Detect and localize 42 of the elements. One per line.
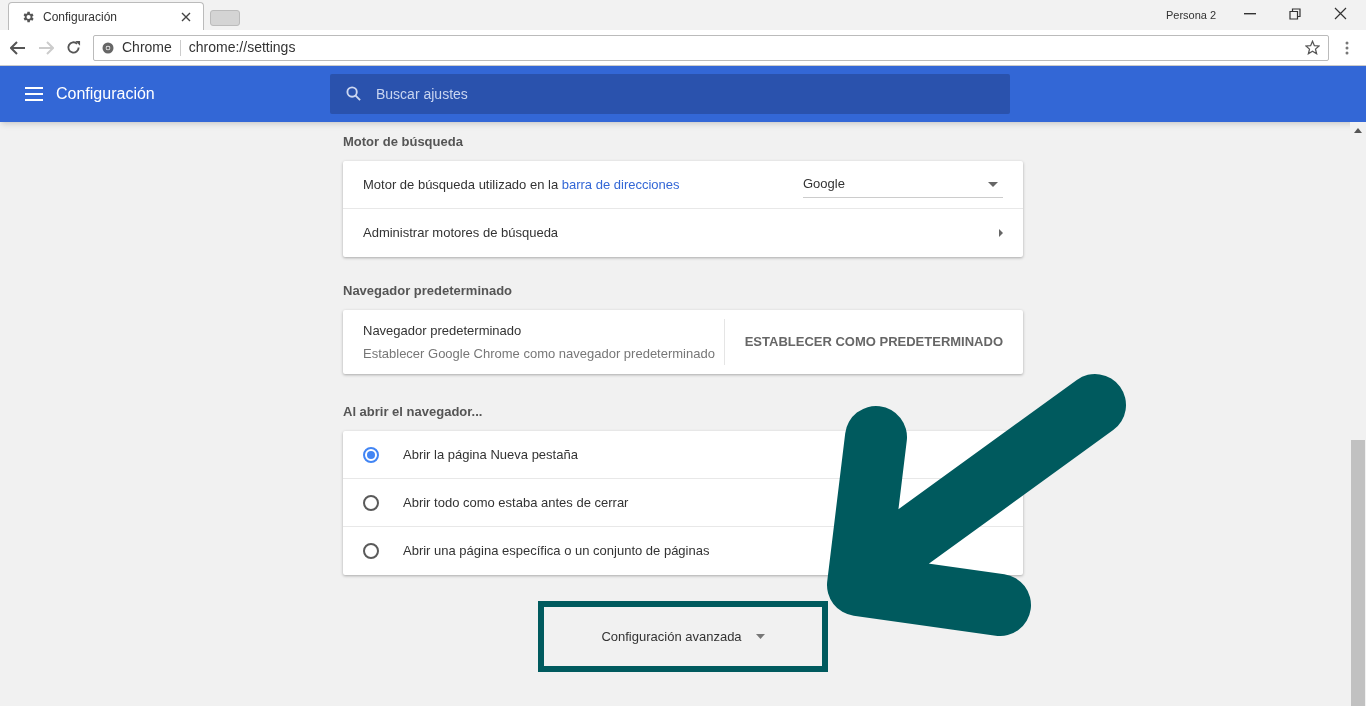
search-engine-dropdown[interactable]: Google — [803, 171, 1003, 198]
minimize-icon[interactable] — [1244, 13, 1256, 15]
gear-icon — [21, 9, 35, 24]
option-label: Abrir todo como estaba antes de cerrar — [403, 493, 629, 512]
reload-icon[interactable] — [66, 40, 81, 55]
advanced-settings-button[interactable]: Configuración avanzada — [549, 611, 817, 662]
menu-icon[interactable] — [25, 87, 43, 101]
setting-description: Establecer Google Chrome como navegador predeterminado — [363, 345, 716, 363]
option-label: Abrir la página Nueva pestaña — [403, 445, 578, 464]
radio-button[interactable] — [363, 543, 379, 559]
search-field[interactable]: Buscar ajustes — [330, 74, 1010, 114]
restore-icon[interactable] — [1289, 8, 1301, 20]
search-icon — [346, 86, 361, 101]
scroll-up-icon[interactable] — [1354, 128, 1362, 133]
tab-title: Configuración — [43, 8, 119, 26]
close-icon[interactable] — [1334, 7, 1347, 20]
setting-title: Navegador predeterminado — [363, 321, 523, 340]
radio-button[interactable] — [363, 494, 379, 511]
section-heading: Motor de búsqueda — [343, 133, 464, 151]
caret-icon — [755, 634, 765, 639]
site-label: Chrome — [122, 38, 172, 57]
scrollbar-thumb[interactable] — [1351, 440, 1365, 706]
option-label: Abrir una página específica o un conjunto de páginas — [403, 542, 710, 561]
set-default-button[interactable]: ESTABLECER COMO PREDETERMINADO — [724, 310, 1023, 374]
section-heading: Navegador predeterminado — [343, 282, 514, 300]
close-icon[interactable] — [181, 11, 191, 22]
caret-icon — [988, 181, 998, 187]
back-arrow-icon[interactable] — [10, 40, 26, 55]
star-icon[interactable] — [1305, 40, 1320, 55]
page-title: Configuración — [56, 84, 156, 104]
profile-name[interactable]: Persona 2 — [1166, 7, 1217, 24]
address-bar[interactable]: Chrome chrome://settings — [93, 34, 1329, 61]
radio-button[interactable] — [363, 446, 379, 463]
manage-search-engines-row[interactable]: Administrar motores de búsqueda — [343, 209, 1023, 257]
section-heading: Al abrir el navegador... — [343, 403, 484, 421]
address-bar-link[interactable]: barra de direcciones — [561, 176, 680, 192]
menu-dots-icon[interactable] — [1345, 40, 1349, 55]
browser-tab[interactable]: Configuración — [8, 2, 204, 30]
setting-label: Motor de búsqueda utilizado en la barra de direcciones — [363, 175, 681, 194]
url-text: chrome://settings — [188, 38, 297, 57]
chevron-right-icon — [999, 229, 1003, 237]
chrome-logo-icon — [102, 41, 114, 54]
